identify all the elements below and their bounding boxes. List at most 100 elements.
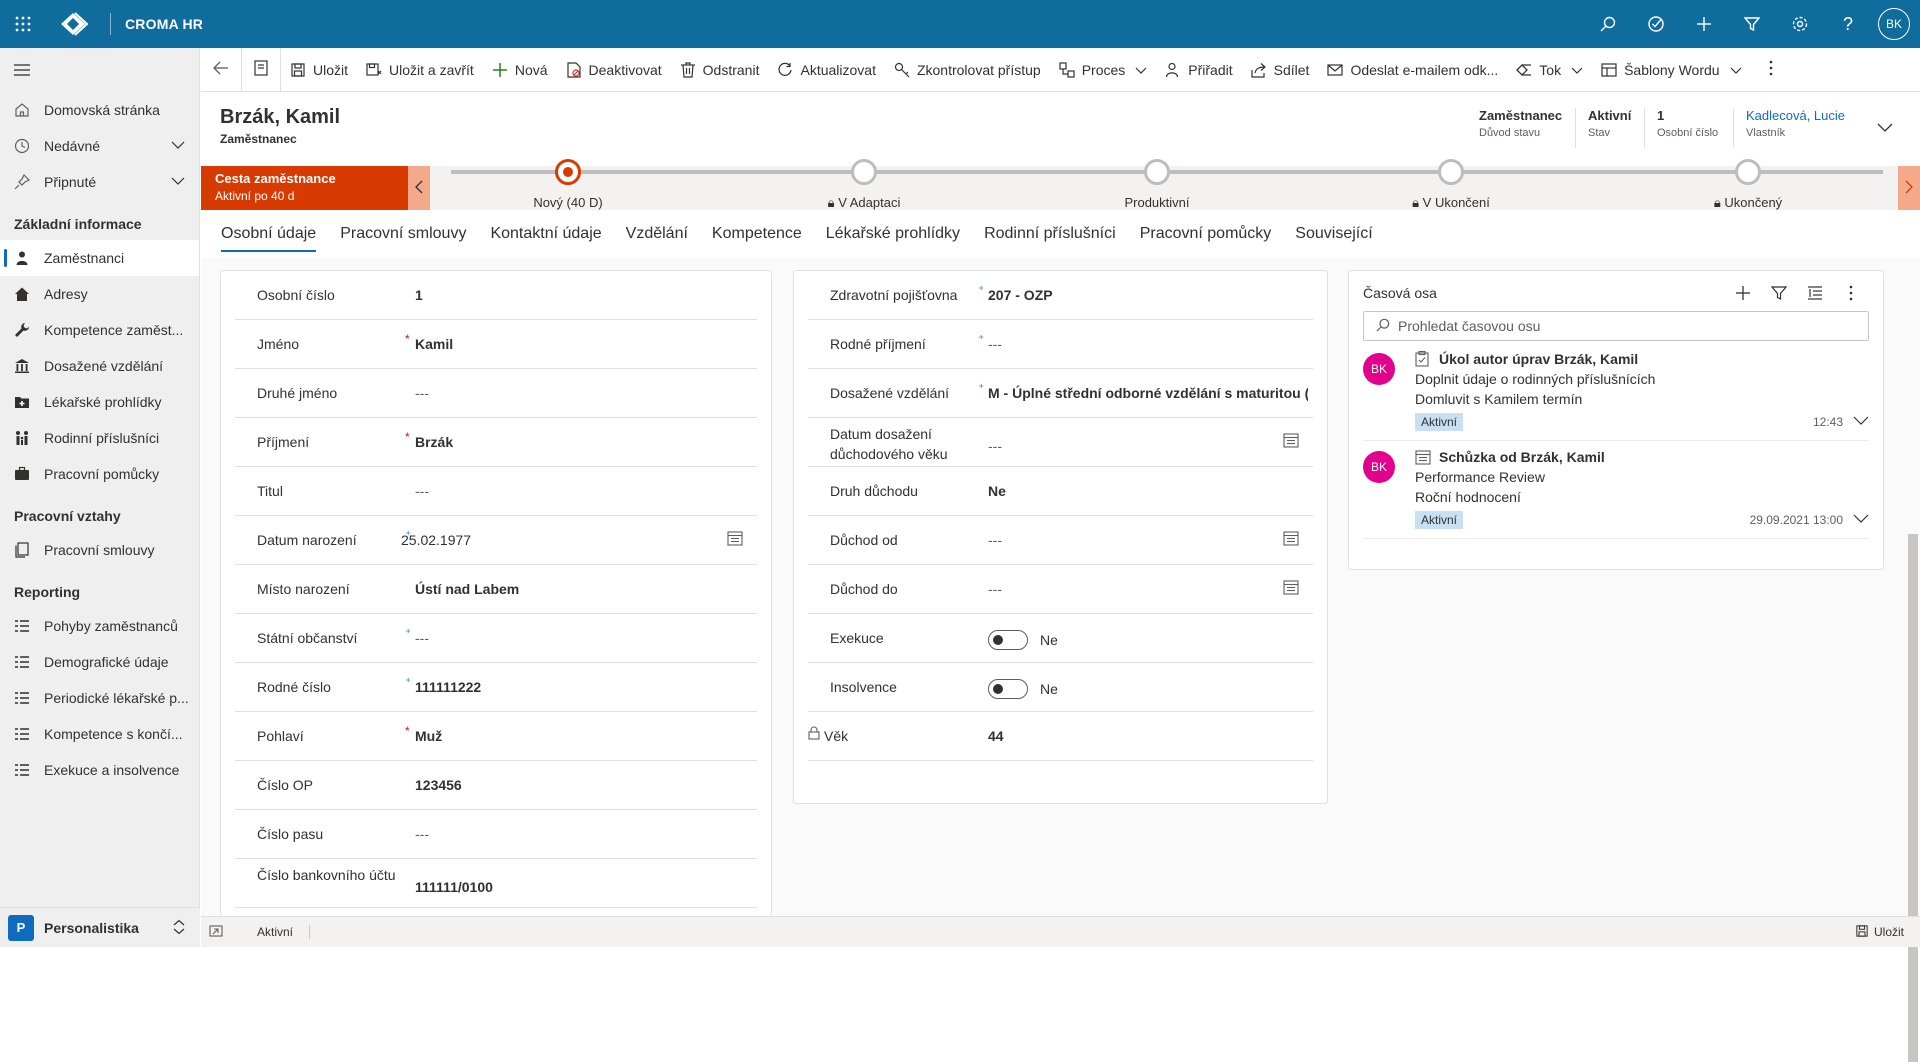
- plus-icon[interactable]: [1680, 0, 1728, 48]
- chevron-down-icon[interactable]: [1853, 511, 1869, 527]
- field-education-level[interactable]: Dosažené vzdělání ⁺ M - Úplné střední odbo…: [808, 369, 1313, 418]
- refresh-button[interactable]: Aktualizovat: [768, 48, 884, 92]
- field-pension-to[interactable]: Důchod do ---: [808, 565, 1313, 614]
- tab-family[interactable]: Rodinní příslušníci: [984, 216, 1116, 252]
- bpf-stage-termination[interactable]: 🔒︎ V Ukončení: [1371, 159, 1531, 211]
- field-passport[interactable]: Číslo pasu ---: [235, 810, 757, 859]
- sidebar-item-report-competences[interactable]: Kompetence s končí...: [0, 716, 199, 752]
- chevron-down-icon[interactable]: [1853, 413, 1869, 429]
- sidebar-item-report-movements[interactable]: Pohyby zaměstnanců: [0, 608, 199, 644]
- sidebar-item-pinned[interactable]: Připnuté: [0, 164, 199, 200]
- chevron-down-icon[interactable]: [171, 174, 185, 191]
- tab-competences[interactable]: Kompetence: [712, 216, 802, 252]
- tab-personal[interactable]: Osobní údaje: [221, 216, 317, 252]
- bpf-flag[interactable]: Cesta zaměstnance Aktivní po 40 d: [201, 166, 408, 210]
- vertical-scrollbar[interactable]: [1908, 534, 1918, 1062]
- help-icon[interactable]: ?: [1824, 0, 1872, 48]
- bpf-stage-terminated[interactable]: 🔒︎ Ukončený: [1668, 159, 1828, 211]
- field-pension-type[interactable]: Druh důchodu Ne: [808, 467, 1313, 516]
- timeline-item[interactable]: BK Schůzka od Brzák, Kamil Performance R…: [1363, 445, 1869, 539]
- delete-button[interactable]: Odstranit: [671, 48, 769, 92]
- field-personal-number[interactable]: Osobní číslo 1: [235, 271, 757, 320]
- process-button[interactable]: Proces: [1050, 48, 1157, 92]
- calendar-icon[interactable]: [1283, 579, 1299, 595]
- form-selector-button[interactable]: [242, 48, 280, 92]
- field-gender[interactable]: Pohlaví * Muž: [235, 712, 757, 761]
- tab-contracts[interactable]: Pracovní smlouvy: [340, 216, 466, 252]
- field-birth-place[interactable]: Místo narození Ústí nad Labem: [235, 565, 757, 614]
- sidebar-item-family[interactable]: Rodinní příslušníci: [0, 420, 199, 456]
- sidebar-item-addresses[interactable]: Adresy: [0, 276, 199, 312]
- sidebar-item-education[interactable]: Dosažené vzdělání: [0, 348, 199, 384]
- back-arrow-icon[interactable]: [213, 60, 229, 79]
- field-retirement-age-date[interactable]: Datum dosažení důchodového věku ---: [808, 418, 1313, 467]
- app-name[interactable]: CROMA HR: [125, 16, 203, 32]
- filter-icon[interactable]: [1728, 0, 1776, 48]
- assign-button[interactable]: Přiřadit: [1156, 48, 1241, 92]
- field-birth-number[interactable]: Rodné číslo ⁺ 111111222: [235, 663, 757, 712]
- field-id-card[interactable]: Číslo OP 123456: [235, 761, 757, 810]
- app-launcher-icon[interactable]: [0, 0, 46, 48]
- execution-toggle[interactable]: [988, 630, 1028, 650]
- save-and-close-button[interactable]: Uložit a zavřít: [357, 48, 483, 92]
- field-insolvency[interactable]: Insolvence Ne: [808, 663, 1313, 712]
- calendar-icon[interactable]: [1283, 432, 1299, 448]
- hamburger-menu[interactable]: [0, 48, 199, 92]
- new-button[interactable]: Nová: [483, 48, 557, 92]
- chevron-left-icon[interactable]: [415, 180, 423, 197]
- add-note-icon[interactable]: [1725, 281, 1761, 305]
- save-button[interactable]: Uložit: [281, 48, 357, 92]
- open-in-window-icon[interactable]: [209, 924, 225, 940]
- calendar-icon[interactable]: [727, 530, 743, 546]
- field-first-name[interactable]: Jméno * Kamil: [235, 320, 757, 369]
- field-middle-name[interactable]: Druhé jméno ---: [235, 369, 757, 418]
- bpf-stage-adaptation[interactable]: 🔒︎ V Adaptaci: [784, 159, 944, 211]
- field-pension-from[interactable]: Důchod od ---: [808, 516, 1313, 565]
- field-bank-account[interactable]: Číslo bankovního účtu 111111/0100: [235, 859, 757, 908]
- field-birth-date[interactable]: Datum narození ⁺ 25.02.1977: [235, 516, 757, 565]
- calendar-icon[interactable]: [1283, 530, 1299, 546]
- hamburger-icon[interactable]: [14, 62, 30, 78]
- back-button[interactable]: [201, 48, 241, 92]
- chevron-down-icon[interactable]: [1571, 62, 1583, 78]
- sidebar-item-tools[interactable]: Pracovní pomůcky: [0, 456, 199, 492]
- email-link-button[interactable]: Odeslat e-mailem odk...: [1318, 48, 1507, 92]
- sort-list-icon[interactable]: [1797, 281, 1833, 305]
- tab-medical[interactable]: Lékařské prohlídky: [826, 216, 960, 252]
- sidebar-item-report-medical[interactable]: Periodické lékařské p...: [0, 680, 199, 716]
- search-icon[interactable]: [1584, 0, 1632, 48]
- insolvency-toggle[interactable]: [988, 679, 1028, 699]
- share-button[interactable]: Sdílet: [1242, 48, 1319, 92]
- task-check-icon[interactable]: [1632, 0, 1680, 48]
- sidebar-item-report-demographics[interactable]: Demografické údaje: [0, 644, 199, 680]
- field-execution[interactable]: Exekuce Ne: [808, 614, 1313, 663]
- tab-education[interactable]: Vzdělání: [626, 216, 688, 252]
- sidebar-item-contracts[interactable]: Pracovní smlouvy: [0, 532, 199, 568]
- more-commands-button[interactable]: [1751, 48, 1791, 92]
- field-health-insurance[interactable]: Zdravotní pojišťovna ⁺ 207 - OZP: [808, 271, 1313, 320]
- chevron-right-icon[interactable]: [1905, 180, 1913, 197]
- tab-related[interactable]: Související: [1295, 216, 1372, 252]
- bpf-next-button[interactable]: [1898, 166, 1920, 210]
- sidebar-item-report-execution[interactable]: Exekuce a insolvence: [0, 752, 199, 788]
- sidebar-item-competences[interactable]: Kompetence zaměst...: [0, 312, 199, 348]
- chevron-down-icon[interactable]: [171, 138, 185, 155]
- check-access-button[interactable]: Zkontrolovat přístup: [885, 48, 1050, 92]
- word-templates-button[interactable]: Šablony Wordu: [1592, 48, 1750, 92]
- area-switcher[interactable]: P Personalistika: [0, 907, 200, 947]
- tab-tools[interactable]: Pracovní pomůcky: [1140, 216, 1272, 252]
- sidebar-item-home[interactable]: Domovská stránka: [0, 92, 199, 128]
- user-avatar[interactable]: BK: [1878, 8, 1910, 40]
- gear-icon[interactable]: [1776, 0, 1824, 48]
- chevron-down-icon[interactable]: [1135, 62, 1147, 78]
- timeline-search-input[interactable]: Prohledat časovou osu: [1363, 311, 1869, 341]
- deactivate-button[interactable]: Deaktivovat: [557, 48, 671, 92]
- owner-link[interactable]: Kadlecová, Lucie: [1746, 108, 1845, 123]
- field-title[interactable]: Titul ---: [235, 467, 757, 516]
- field-maiden-name[interactable]: Rodné příjmení ⁺ ---: [808, 320, 1313, 369]
- more-vertical-icon[interactable]: [1833, 281, 1869, 305]
- bpf-prev-button[interactable]: [408, 166, 430, 210]
- bpf-stage-productive[interactable]: Produktivní: [1077, 159, 1237, 210]
- tab-contact[interactable]: Kontaktní údaje: [490, 216, 601, 252]
- sidebar-item-recent[interactable]: Nedávné: [0, 128, 199, 164]
